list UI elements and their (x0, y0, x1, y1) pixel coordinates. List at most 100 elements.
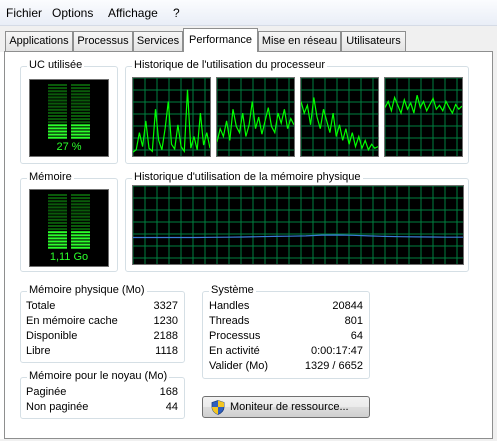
system-group: Système Handles 20844 Threads 801 Proces… (202, 284, 370, 379)
stat-label: Valider (Mo) (209, 360, 269, 372)
gauge-segment (48, 96, 67, 99)
cpu-core-graph-4 (384, 77, 463, 157)
stat-row-handles: Handles 20844 (209, 300, 363, 315)
stat-row-libre: Libre 1118 (26, 345, 178, 360)
stat-value: 3327 (153, 300, 178, 312)
gauge-segment (48, 105, 67, 108)
menu-affichage[interactable]: Affichage (106, 6, 160, 20)
stat-row-disponible: Disponible 2188 (26, 330, 178, 345)
gauge-segment (48, 194, 67, 196)
gauge-segment (48, 228, 67, 231)
stat-value: 64 (350, 330, 363, 342)
gauge-segment (48, 111, 67, 114)
gauge-segment (71, 218, 90, 221)
tab-applications[interactable]: Applications (5, 31, 73, 51)
gauge-segment (71, 203, 90, 206)
gauge-segment (71, 231, 90, 234)
menu-options[interactable]: Options (50, 6, 95, 20)
physical-memory-group: Mémoire physique (Mo) Totale 3327 En mém… (20, 284, 185, 363)
gauge-segment (71, 228, 90, 231)
gauge-segment (71, 127, 90, 130)
menu-fichier[interactable]: Fichier (4, 6, 44, 20)
memory-history-title: Historique d'utilisation de la mémoire p… (132, 171, 363, 183)
tab-services[interactable]: Services (133, 31, 183, 51)
menu-help[interactable]: ? (171, 6, 182, 20)
series-line (133, 234, 463, 239)
tab-performance[interactable]: Performance (183, 28, 258, 52)
gauge-segment (48, 246, 67, 249)
gauge-segment (71, 215, 90, 218)
gauge-segment (71, 237, 90, 240)
gauge-segment (48, 231, 67, 234)
gauge-segment (71, 96, 90, 99)
gauge-segment (48, 200, 67, 203)
kernel-memory-title: Mémoire pour le noyau (Mo) (27, 370, 170, 382)
gauge-segment (48, 197, 67, 200)
stat-label: Threads (209, 315, 250, 327)
gauge-segment (71, 108, 90, 111)
stat-value: 20844 (332, 300, 363, 312)
gauge-segment (48, 212, 67, 215)
gauge-segment (48, 215, 67, 218)
stat-label: Handles (209, 300, 250, 312)
memory-group: Mémoire 1,11 Go (20, 171, 118, 272)
cpu-history-group: Historique de l'utilisation du processeu… (125, 59, 469, 164)
gauge-segment (71, 194, 90, 196)
memory-title: Mémoire (27, 171, 74, 183)
cpu-history-title: Historique de l'utilisation du processeu… (132, 59, 328, 71)
cpu-core-graph-3 (300, 77, 379, 157)
cpu-usage-title: UC utilisée (27, 59, 85, 71)
memory-usage-value: 1,11 Go (49, 251, 89, 263)
stat-row-en-activite: En activité 0:00:17:47 (209, 345, 363, 360)
stat-row-cache: En mémoire cache 1230 (26, 315, 178, 330)
tab-mise-en-reseau[interactable]: Mise en réseau (258, 31, 341, 51)
gauge-segment (71, 102, 90, 105)
gauge-segment (48, 87, 67, 90)
gauge-segment (48, 240, 67, 243)
gauge-segment (48, 206, 67, 209)
cpu-gauge-bars (48, 84, 90, 139)
gauge-segment (48, 108, 67, 111)
stat-row-processus: Processus 64 (209, 330, 363, 345)
stat-row-non-paginee: Non paginée 44 (26, 401, 178, 416)
gauge-segment (71, 246, 90, 249)
stat-value: 1118 (155, 345, 178, 357)
memory-history-group: Historique d'utilisation de la mémoire p… (125, 171, 469, 272)
gauge-segment (71, 124, 90, 127)
gauge-segment (71, 225, 90, 227)
memory-gauge: 1,11 Go (29, 189, 109, 267)
gauge-segment (48, 225, 67, 227)
gauge-segment (71, 87, 90, 90)
gauge-segment (48, 209, 67, 212)
gauge-segment (71, 99, 90, 102)
gauge-segment (71, 234, 90, 237)
gauge-segment (48, 118, 67, 121)
gauge-segment (71, 130, 90, 133)
gauge-segment (71, 206, 90, 209)
tab-processus[interactable]: Processus (73, 31, 133, 51)
tab-utilisateurs[interactable]: Utilisateurs (341, 31, 406, 51)
gauge-segment (48, 237, 67, 240)
resource-monitor-button[interactable]: Moniteur de ressource... (202, 396, 370, 418)
gauge-segment (71, 221, 90, 224)
gauge-segment (71, 133, 90, 136)
gauge-segment (48, 127, 67, 130)
cpu-usage-value: 27 % (56, 141, 82, 153)
gauge-segment (48, 99, 67, 102)
gauge-segment (48, 218, 67, 221)
stat-value: 801 (344, 315, 363, 327)
stat-label: Non paginée (26, 401, 89, 413)
gauge-segment (48, 93, 67, 96)
stat-row-valider: Valider (Mo) 1329 / 6652 (209, 360, 363, 375)
gauge-segment (48, 124, 67, 127)
gauge-segment (48, 221, 67, 224)
cpu-usage-group: UC utilisée 27 % (20, 59, 118, 164)
stat-label: Disponible (26, 330, 78, 342)
stat-row-totale: Totale 3327 (26, 300, 178, 315)
cpu-gauge: 27 % (29, 79, 109, 157)
gauge-segment (71, 240, 90, 243)
stat-value: 1230 (153, 315, 178, 327)
gauge-segment (48, 234, 67, 237)
gauge-segment (48, 203, 67, 206)
stat-value: 0:00:17:47 (311, 345, 363, 357)
